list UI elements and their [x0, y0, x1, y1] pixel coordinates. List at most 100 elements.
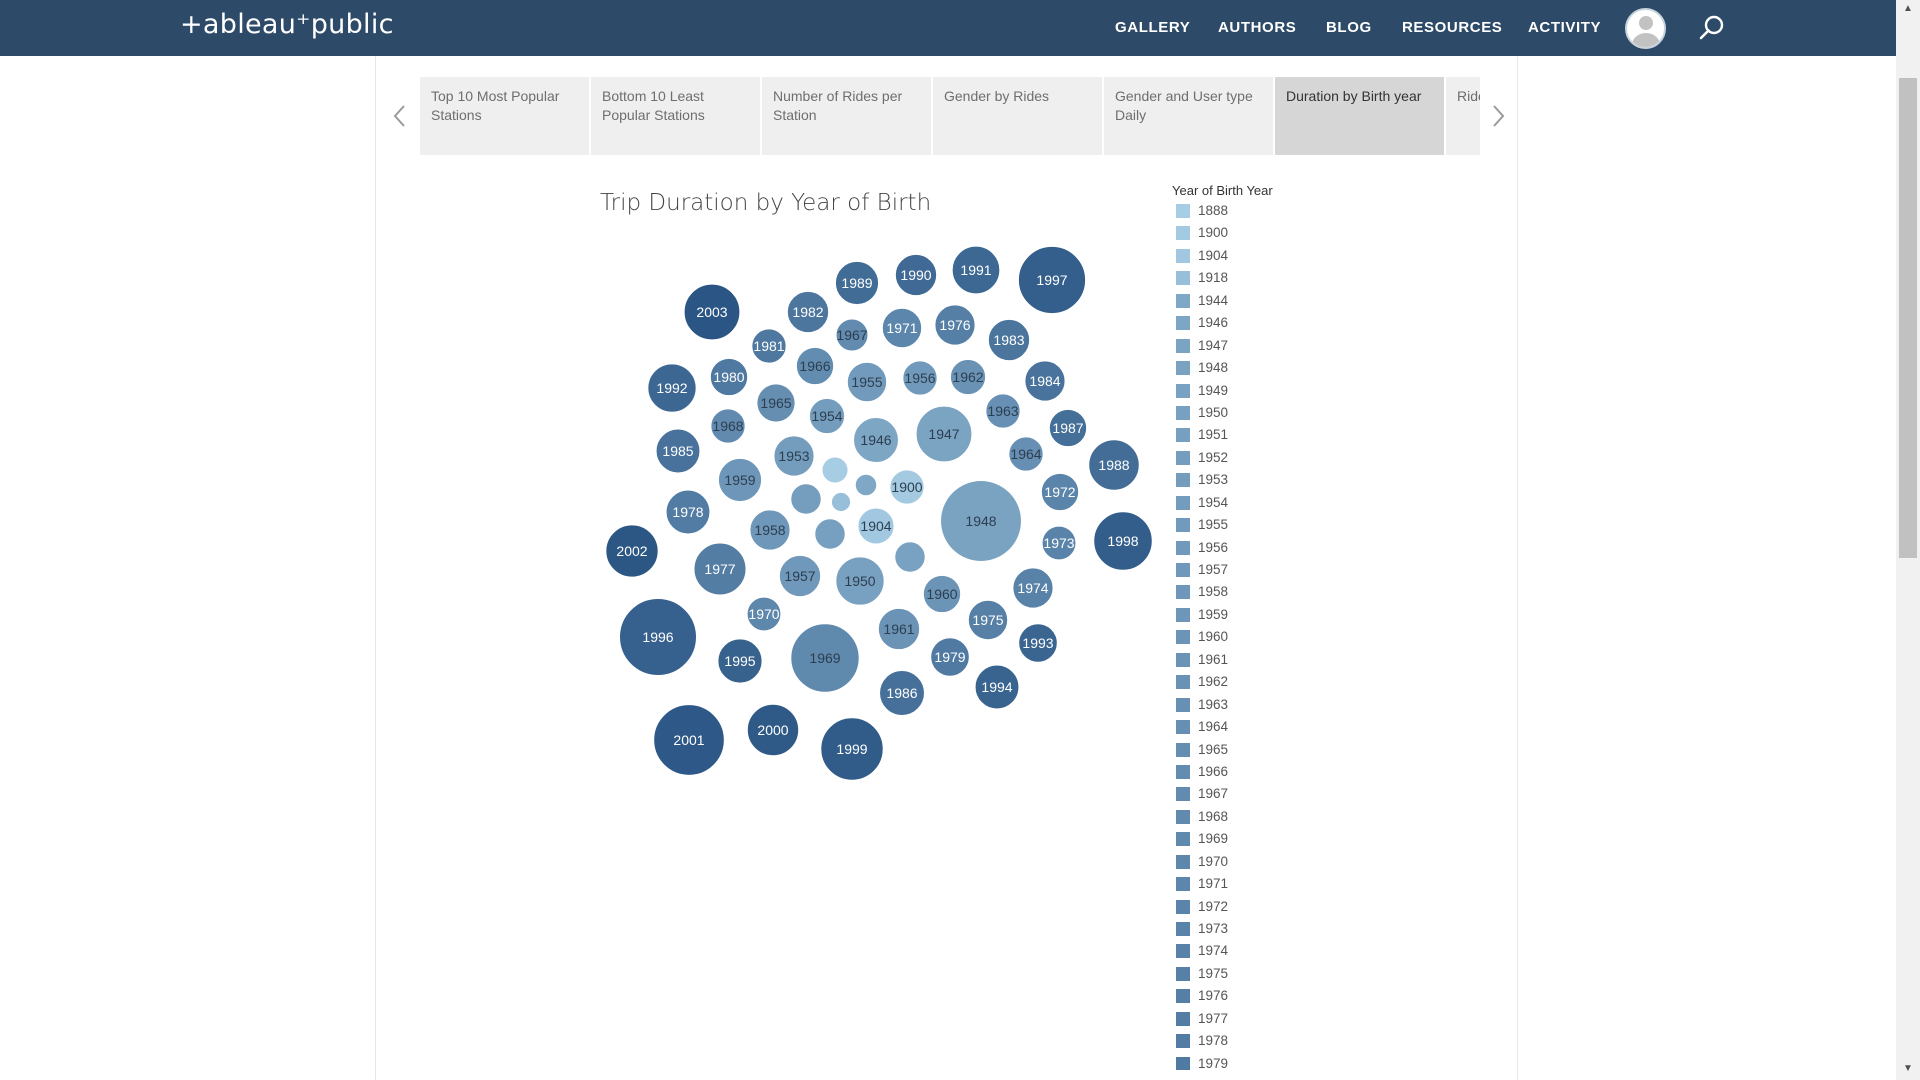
bubble-1949[interactable] [894, 541, 926, 573]
bubble-1888[interactable] [821, 456, 849, 484]
legend-swatch [1176, 204, 1190, 218]
legend-item-1966[interactable]: 1966 [1172, 761, 1332, 783]
legend-item-1974[interactable]: 1974 [1172, 940, 1332, 962]
bubble-label-1997: 1997 [1036, 272, 1067, 288]
legend-label: 1950 [1198, 404, 1229, 420]
scrollbar-thumb[interactable] [1899, 78, 1917, 558]
tab-rides-by-birth-year[interactable]: Rides by Birth year [1446, 77, 1480, 155]
legend-item-1968[interactable]: 1968 [1172, 806, 1332, 828]
legend-item-1977[interactable]: 1977 [1172, 1008, 1332, 1030]
legend-label: 1900 [1198, 225, 1229, 241]
legend-item-1959[interactable]: 1959 [1172, 604, 1332, 626]
legend-label: 1964 [1198, 719, 1229, 735]
legend-label: 1961 [1198, 651, 1229, 667]
legend-label: 1962 [1198, 674, 1229, 690]
bubble-label-1948: 1948 [965, 513, 996, 529]
legend-item-1949[interactable]: 1949 [1172, 380, 1332, 402]
legend-item-1944[interactable]: 1944 [1172, 290, 1332, 312]
legend-item-1958[interactable]: 1958 [1172, 581, 1332, 603]
legend-label: 1956 [1198, 539, 1229, 555]
bubble-1944[interactable] [854, 473, 878, 497]
legend-item-1957[interactable]: 1957 [1172, 559, 1332, 581]
bubble-label-1967: 1967 [836, 327, 867, 343]
nav-resources[interactable]: RESOURCES [1402, 19, 1502, 36]
legend-item-1976[interactable]: 1976 [1172, 985, 1332, 1007]
user-avatar[interactable] [1625, 8, 1666, 49]
bubble-label-1957: 1957 [784, 568, 815, 584]
legend-swatch [1176, 1056, 1190, 1070]
legend-item-1979[interactable]: 1979 [1172, 1053, 1332, 1070]
legend-label: 1971 [1198, 876, 1229, 892]
bubble-label-1991: 1991 [960, 262, 991, 278]
legend-item-1952[interactable]: 1952 [1172, 447, 1332, 469]
legend-swatch [1176, 271, 1190, 286]
legend-item-1960[interactable]: 1960 [1172, 626, 1332, 648]
legend-item-1970[interactable]: 1970 [1172, 851, 1332, 873]
bubble-label-1982: 1982 [792, 304, 823, 320]
legend-item-1978[interactable]: 1978 [1172, 1030, 1332, 1052]
legend-item-1953[interactable]: 1953 [1172, 469, 1332, 491]
legend-item-1971[interactable]: 1971 [1172, 873, 1332, 895]
legend-swatch [1176, 832, 1190, 847]
legend-item-1962[interactable]: 1962 [1172, 671, 1332, 693]
legend-item-1964[interactable]: 1964 [1172, 716, 1332, 738]
bubble-label-1976: 1976 [939, 317, 970, 333]
legend-swatch [1176, 742, 1190, 757]
bubble-label-1981: 1981 [753, 338, 784, 354]
legend-label: 1954 [1198, 494, 1229, 510]
legend-label: 1972 [1198, 898, 1229, 914]
nav-activity[interactable]: ACTIVITY [1528, 19, 1601, 36]
bubble-label-1954: 1954 [811, 408, 842, 424]
scroll-up-arrow-icon[interactable]: ▲ [1896, 0, 1920, 18]
legend-label: 1944 [1198, 292, 1229, 308]
legend-swatch [1176, 495, 1190, 510]
legend-label: 1968 [1198, 808, 1229, 824]
legend-item-1956[interactable]: 1956 [1172, 537, 1332, 559]
legend-item-1947[interactable]: 1947 [1172, 335, 1332, 357]
bubble-1951[interactable] [814, 518, 846, 550]
legend-item-1948[interactable]: 1948 [1172, 357, 1332, 379]
legend-item-1969[interactable]: 1969 [1172, 828, 1332, 850]
legend-label: 1953 [1198, 472, 1229, 488]
legend-item-1904[interactable]: 1904 [1172, 245, 1332, 267]
bubble-label-1994: 1994 [981, 679, 1012, 695]
bubble-label-1946: 1946 [860, 432, 891, 448]
legend-item-1975[interactable]: 1975 [1172, 963, 1332, 985]
legend-item-1965[interactable]: 1965 [1172, 739, 1332, 761]
legend-label: 1967 [1198, 786, 1229, 802]
legend-item-1963[interactable]: 1963 [1172, 694, 1332, 716]
legend-swatch [1176, 899, 1190, 914]
legend-item-1973[interactable]: 1973 [1172, 918, 1332, 940]
legend-swatch [1176, 944, 1190, 959]
legend-item-1967[interactable]: 1967 [1172, 783, 1332, 805]
legend-item-1955[interactable]: 1955 [1172, 514, 1332, 536]
legend-item-1951[interactable]: 1951 [1172, 424, 1332, 446]
bubble-label-1973: 1973 [1043, 535, 1074, 551]
page-scrollbar[interactable]: ▲ ▼ [1896, 0, 1920, 1080]
legend-item-1961[interactable]: 1961 [1172, 649, 1332, 671]
legend-label: 1973 [1198, 921, 1229, 936]
bubble-1952[interactable] [790, 483, 822, 515]
legend-swatch [1176, 248, 1190, 263]
scroll-down-arrow-icon[interactable]: ▼ [1896, 1060, 1920, 1078]
legend-item-1918[interactable]: 1918 [1172, 267, 1332, 289]
legend-swatch [1176, 877, 1190, 892]
search-icon[interactable] [1697, 13, 1727, 43]
tab-duration-by-birth-year[interactable]: Duration by Birth year [1275, 77, 1444, 155]
nav-blog[interactable]: BLOG [1326, 19, 1372, 36]
legend-item-1972[interactable]: 1972 [1172, 896, 1332, 918]
legend-label: 1966 [1198, 763, 1229, 779]
legend-item-1950[interactable]: 1950 [1172, 402, 1332, 424]
legend-swatch [1176, 563, 1190, 577]
legend-item-1954[interactable]: 1954 [1172, 492, 1332, 514]
tabs-scroll-right-icon[interactable] [1487, 98, 1509, 134]
legend-item-1888[interactable]: 1888 [1172, 200, 1332, 222]
bubble-label-1985: 1985 [662, 443, 693, 459]
legend-item-1900[interactable]: 1900 [1172, 222, 1332, 244]
nav-authors[interactable]: AUTHORS [1218, 19, 1296, 36]
legend-label: 1960 [1198, 629, 1229, 645]
bubble-label-1970: 1970 [748, 606, 779, 622]
legend-swatch [1176, 675, 1190, 690]
bubble-1918[interactable] [830, 491, 852, 513]
legend-item-1946[interactable]: 1946 [1172, 312, 1332, 334]
